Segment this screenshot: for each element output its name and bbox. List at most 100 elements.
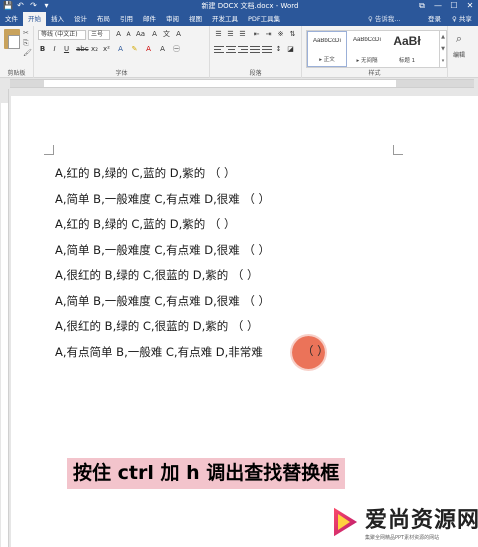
bold-button[interactable]: B	[38, 45, 47, 54]
tab-pdf-tools[interactable]: PDF工具集	[243, 12, 285, 26]
paste-icon[interactable]	[4, 29, 20, 49]
clear-format-icon[interactable]: A	[150, 30, 159, 39]
chinese-layout-icon[interactable]: ※	[276, 30, 285, 39]
share-button[interactable]: ♀ 共享	[452, 12, 472, 26]
document-line[interactable]: A,简单 B,一般难度 C,有点难 D,很难 （ ）	[55, 294, 270, 308]
tab-mailings[interactable]: 邮件	[138, 12, 161, 26]
editing-group-label[interactable]: 编辑	[446, 50, 472, 59]
char-border-icon[interactable]: A	[174, 30, 183, 39]
font-color-icon[interactable]: A	[144, 45, 153, 54]
tell-me-search[interactable]: ♀ 告诉我...	[368, 12, 401, 26]
grow-font-icon[interactable]: A	[114, 30, 123, 39]
style-heading-1[interactable]: AaBł 标题 1	[387, 31, 427, 67]
document-line[interactable]: A,简单 B,一般难度 C,有点难 D,很难 （ ）	[55, 243, 270, 257]
tab-design[interactable]: 设计	[69, 12, 92, 26]
distributed-icon[interactable]	[262, 46, 272, 54]
minimize-icon[interactable]: —	[430, 0, 446, 12]
style-name: 标题 1	[398, 58, 416, 64]
document-line[interactable]: A,很红的 B,绿的 C,很蓝的 D,紫的 （ ）	[55, 268, 259, 282]
bullets-icon[interactable]: ☰	[214, 30, 223, 39]
align-right-icon[interactable]	[238, 46, 248, 54]
close-icon[interactable]: ✕	[462, 0, 478, 12]
document-line[interactable]: A,简单 B,一般难度 C,有点难 D,很难 （ ）	[55, 192, 270, 206]
answer-parentheses[interactable]: （ ）	[302, 344, 329, 358]
copy-icon[interactable]: ⎘	[23, 40, 31, 47]
tab-layout[interactable]: 布局	[92, 12, 115, 26]
clipboard-group-label: 剪贴板	[7, 70, 26, 77]
customize-qat-icon[interactable]: ▾	[42, 1, 51, 10]
enclose-char-icon[interactable]: ㊀	[172, 45, 181, 54]
style-sample: AaBł	[393, 34, 421, 48]
tab-references[interactable]: 引用	[115, 12, 138, 26]
cut-icon[interactable]: ✂	[23, 30, 31, 37]
ribbon-display-options-icon[interactable]: ⧉	[414, 0, 430, 12]
phonetic-icon[interactable]: 文	[162, 30, 171, 39]
ribbon-tab-bar: 文件 开始 插入 设计 布局 引用 邮件 审阅 视图 开发工具 PDF工具集 ♀…	[0, 12, 478, 26]
justify-icon[interactable]	[250, 46, 260, 54]
subscript-button[interactable]: x₂	[90, 45, 99, 54]
highlight-icon[interactable]: ✎	[130, 45, 139, 54]
align-left-icon[interactable]	[214, 46, 224, 54]
strikethrough-button[interactable]: abc	[76, 45, 89, 54]
italic-button[interactable]: I	[50, 45, 59, 54]
style-sample: AaBbCcDı	[352, 37, 381, 43]
redo-icon[interactable]: ↷	[29, 1, 38, 10]
style-normal[interactable]: AaBbCcDı ▸ 正文	[307, 31, 347, 67]
ribbon-home: ✂ ⎘ 🖌 剪贴板 等线 (中文正) 三号 A A Aa A 文 A B I U…	[0, 26, 478, 78]
paragraph-group-label: 段落	[249, 70, 262, 77]
document-line[interactable]: A,红的 B,绿的 C,蓝的 D,紫的 （ ）	[55, 166, 236, 180]
horizontal-ruler[interactable]	[10, 79, 474, 88]
format-painter-icon[interactable]: 🖌	[23, 50, 32, 57]
line-spacing-icon[interactable]: ↕	[274, 45, 283, 54]
decrease-indent-icon[interactable]: ⇤	[252, 30, 261, 39]
char-shading-icon[interactable]: A	[158, 45, 167, 54]
font-group: 等线 (中文正) 三号 A A Aa A 文 A B I U abc x₂ x²…	[34, 26, 210, 78]
sort-icon[interactable]: ⇅	[288, 30, 297, 39]
styles-gallery: AaBbCcDı ▸ 正文 AaBbCcDı ▸ 无间隔 AaBł 标题 1	[306, 30, 440, 68]
shrink-font-icon[interactable]: A	[124, 30, 133, 39]
font-name-select[interactable]: 等线 (中文正)	[38, 30, 86, 40]
tab-insert[interactable]: 插入	[46, 12, 69, 26]
window-controls: ⧉ — ☐ ✕	[414, 0, 478, 12]
margin-corner-top-left	[44, 145, 54, 155]
tab-developer[interactable]: 开发工具	[207, 12, 243, 26]
video-caption: 按住 ctrl 加 h 调出查找替换框	[67, 458, 346, 489]
tab-review[interactable]: 审阅	[161, 12, 184, 26]
vertical-ruler-page	[1, 103, 8, 547]
paragraph-group: ☰ ☰ ☰ ⇤ ⇥ ※ ⇅ ↕ ◪ 段落	[210, 26, 302, 78]
document-line[interactable]: A,有点简单 B,一般难 C,有点难 D,非常难	[55, 345, 263, 359]
style-sample: AaBbCcDı	[312, 38, 341, 44]
watermark-subtitle: 集聚全网精品PPT素材资源的网站	[365, 535, 440, 541]
align-center-icon[interactable]	[226, 46, 236, 54]
underline-button[interactable]: U	[62, 45, 71, 54]
window-title: 新建 DOCX 文档.docx - Word	[201, 2, 299, 10]
vertical-ruler[interactable]	[0, 89, 9, 547]
shading-icon[interactable]: ◪	[286, 45, 295, 54]
document-line[interactable]: A,很红的 B,绿的 C,很蓝的 D,紫的 （ ）	[55, 319, 259, 333]
login-link[interactable]: 登录	[428, 12, 441, 26]
style-no-spacing[interactable]: AaBbCcDı ▸ 无间隔	[347, 31, 387, 67]
numbering-icon[interactable]: ☰	[226, 30, 235, 39]
styles-scroll-arrows[interactable]: ▲ ▼ ▾	[440, 30, 447, 68]
font-size-select[interactable]: 三号	[88, 30, 110, 40]
play-logo-icon	[332, 504, 361, 540]
maximize-icon[interactable]: ☐	[446, 0, 462, 12]
find-icon[interactable]: ⌕	[452, 32, 466, 46]
change-case-icon[interactable]: Aa	[136, 30, 145, 39]
ruler-left-margin	[10, 80, 44, 87]
style-name: ▸ 正文	[319, 57, 335, 63]
undo-icon[interactable]: ↶	[16, 1, 25, 10]
document-line[interactable]: A,红的 B,绿的 C,蓝的 D,紫的 （ ）	[55, 217, 236, 231]
tab-view[interactable]: 视图	[184, 12, 207, 26]
text-effects-icon[interactable]: A	[116, 45, 125, 54]
ruler-right-margin	[396, 80, 474, 87]
multilevel-list-icon[interactable]: ☰	[238, 30, 247, 39]
styles-group-label: 样式	[368, 70, 381, 77]
save-icon[interactable]: 💾	[3, 1, 13, 10]
superscript-button[interactable]: x²	[102, 45, 111, 54]
increase-indent-icon[interactable]: ⇥	[264, 30, 273, 39]
title-bar: 💾 ↶ ↷ ▾ 新建 DOCX 文档.docx - Word ⧉ — ☐ ✕	[0, 0, 478, 12]
watermark: 爱尚资源网 集聚全网精品PPT素材资源的网站	[327, 500, 478, 546]
tab-home[interactable]: 开始	[23, 12, 46, 26]
tab-file[interactable]: 文件	[0, 12, 23, 26]
